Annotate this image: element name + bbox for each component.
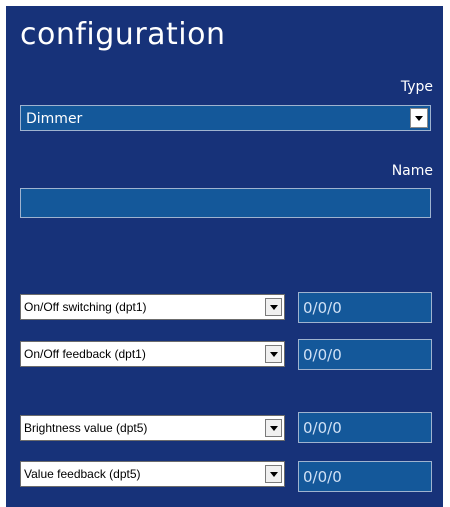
name-input[interactable]: [20, 188, 431, 218]
chevron-down-icon: [269, 471, 278, 477]
dpt-select-value-feedback[interactable]: Value feedback (dpt5): [20, 461, 285, 487]
dpt-select-brightness-value[interactable]: Brightness value (dpt5): [20, 415, 285, 441]
dpt-select-value: Brightness value (dpt5): [24, 421, 148, 435]
chevron-down-icon: [415, 115, 423, 121]
name-label: Name: [391, 163, 433, 179]
chevron-down-icon: [269, 425, 278, 431]
dpt-select-value: On/Off switching (dpt1): [24, 300, 147, 314]
dpt-dropdown-button[interactable]: [265, 465, 282, 483]
chevron-down-icon: [269, 304, 278, 310]
group-address-input[interactable]: [298, 292, 432, 323]
dpt-dropdown-button[interactable]: [265, 419, 282, 437]
dpt-select-on-off-switching[interactable]: On/Off switching (dpt1): [20, 294, 285, 320]
panel-title: configuration: [20, 17, 226, 52]
group-address-input[interactable]: [298, 412, 432, 443]
dpt-select-value: Value feedback (dpt5): [24, 467, 141, 481]
dpt-dropdown-button[interactable]: [265, 345, 282, 363]
chevron-down-icon: [269, 351, 278, 357]
configuration-panel: configuration Type Dimmer Name On/Off sw…: [6, 6, 443, 507]
dpt-select-value: On/Off feedback (dpt1): [24, 347, 146, 361]
type-select-value: Dimmer: [26, 111, 83, 127]
dpt-select-on-off-feedback[interactable]: On/Off feedback (dpt1): [20, 341, 285, 367]
group-address-input[interactable]: [298, 339, 432, 370]
type-select[interactable]: Dimmer: [20, 105, 431, 131]
group-address-input[interactable]: [298, 461, 432, 492]
type-label: Type: [400, 79, 433, 95]
dpt-dropdown-button[interactable]: [265, 298, 282, 316]
type-dropdown-button[interactable]: [410, 108, 428, 128]
